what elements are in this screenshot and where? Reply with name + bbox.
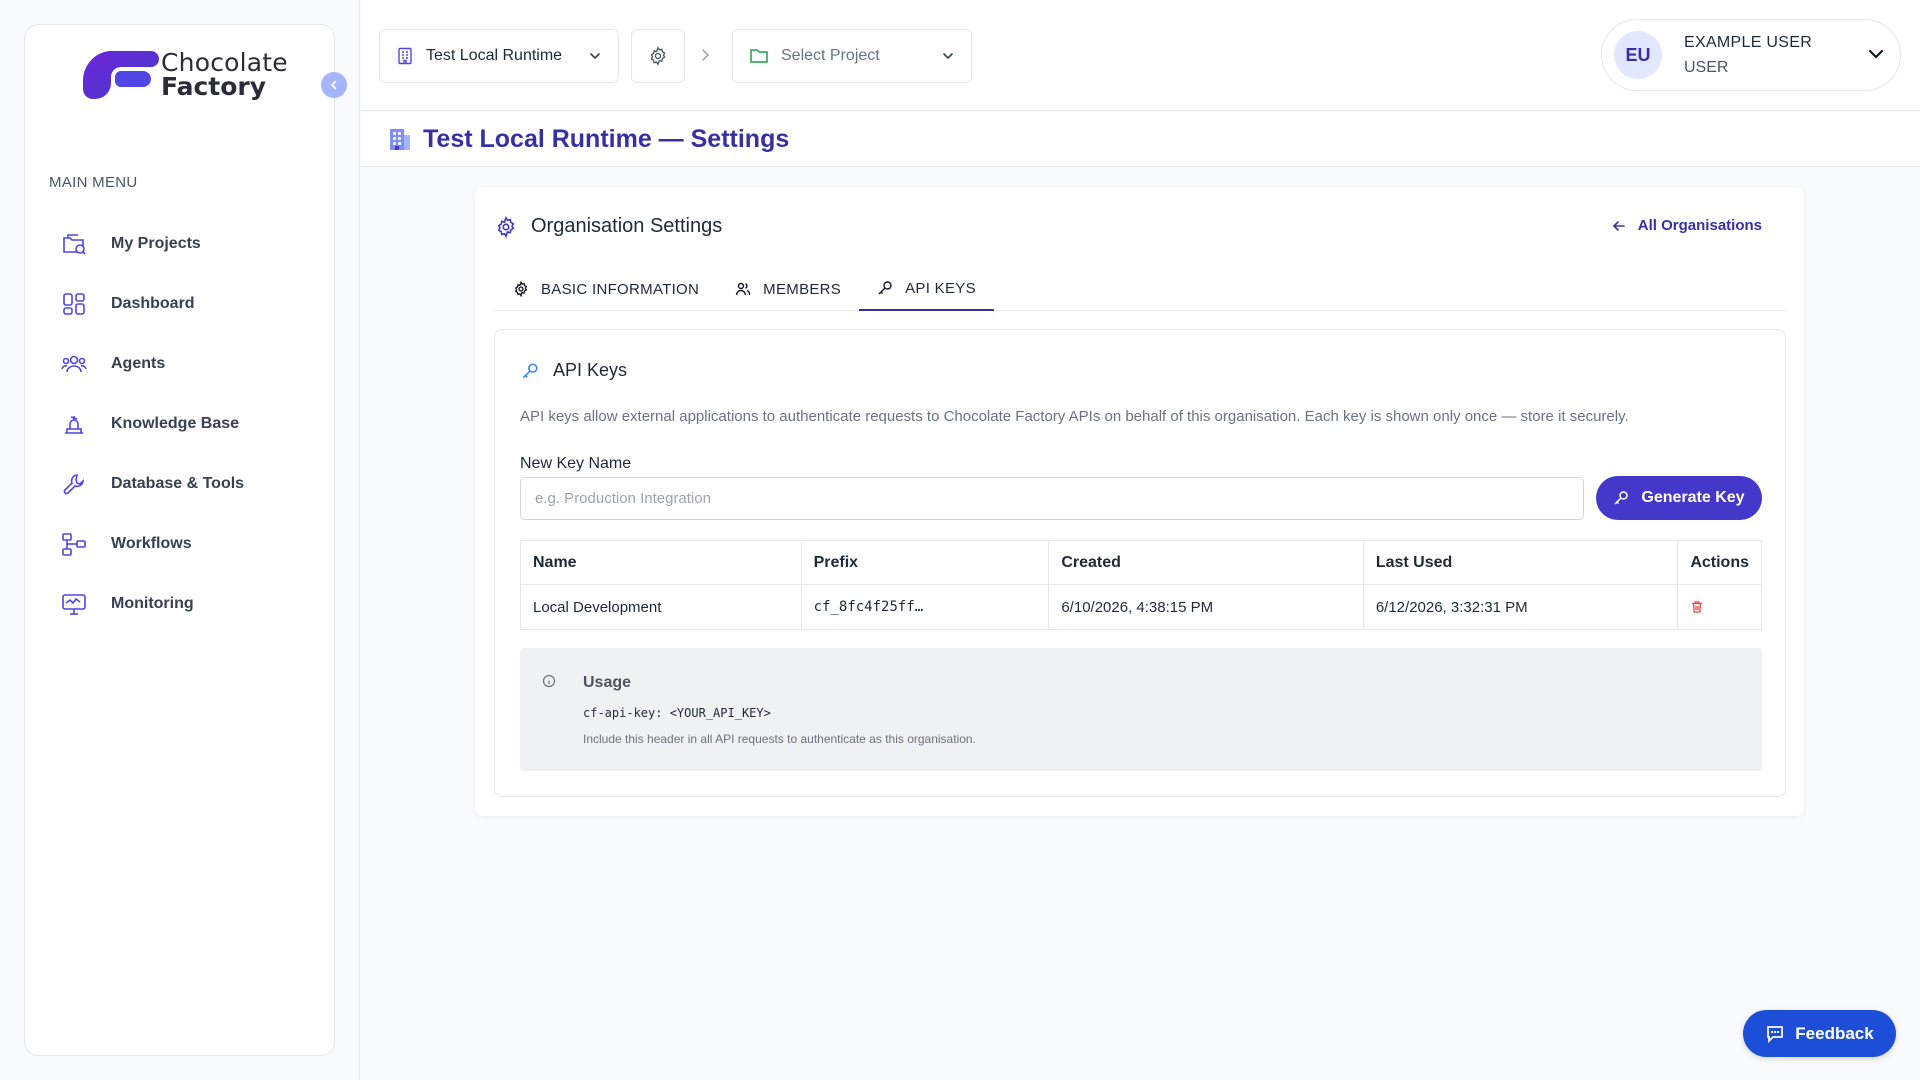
sidebar-item-label: Database & Tools xyxy=(111,475,245,492)
top-bar: Test Local Runtime Select Project EU EXA… xyxy=(361,0,1920,111)
office-building-icon xyxy=(390,129,410,150)
main-menu: My Projects Dashboard Agents Knowledge B… xyxy=(49,214,319,634)
card-title: Organisation Settings xyxy=(531,215,723,237)
sidebar-item-agents[interactable]: Agents xyxy=(49,334,319,394)
knowledge-base-icon xyxy=(65,416,83,434)
key-actions-cell xyxy=(1677,584,1762,630)
sidebar-item-label: Workflows xyxy=(111,535,192,552)
sidebar: Chocolate Factory MAIN MENU My Projects … xyxy=(24,24,347,1056)
column-header-prefix: Prefix xyxy=(800,540,1050,585)
usage-info-box: Usage cf-api-key: <YOUR_API_KEY> Include… xyxy=(520,648,1762,771)
gear-icon xyxy=(497,215,515,238)
main-menu-label: MAIN MENU xyxy=(49,174,138,191)
new-key-name-label: New Key Name xyxy=(520,455,632,472)
settings-tabs: BASIC INFORMATION MEMBERS API KEYS xyxy=(495,267,1785,311)
usage-note: Include this header in all API requests … xyxy=(583,732,976,746)
generate-key-button[interactable]: Generate Key xyxy=(1596,476,1762,520)
sidebar-item-label: Monitoring xyxy=(111,595,194,612)
usage-title: Usage xyxy=(583,674,632,691)
key-name-cell: Local Development xyxy=(520,584,802,630)
key-last-used-cell: 6/12/2026, 3:32:31 PM xyxy=(1362,584,1679,630)
all-organisations-link[interactable]: All Organisations xyxy=(1612,217,1762,234)
organisation-settings-card: Organisation Settings All Organisations … xyxy=(475,187,1804,816)
runtime-selector-value: Test Local Runtime xyxy=(426,47,563,64)
chat-icon xyxy=(1767,1025,1784,1043)
gear-icon xyxy=(514,281,528,297)
sidebar-item-monitoring[interactable]: Monitoring xyxy=(49,574,319,634)
key-prefix-cell: cf_8fc4f25ff… xyxy=(800,584,1050,630)
feedback-button[interactable]: Feedback xyxy=(1743,1010,1896,1057)
tab-members[interactable]: MEMBERS xyxy=(717,267,859,311)
all-organisations-label: All Organisations xyxy=(1637,217,1762,234)
feedback-label: Feedback xyxy=(1795,1023,1874,1043)
chevron-down-icon xyxy=(943,53,953,60)
column-header-actions: Actions xyxy=(1677,540,1762,585)
table-row: Local Development cf_8fc4f25ff… 6/10/202… xyxy=(520,584,1762,630)
user-name: EXAMPLE USER xyxy=(1684,34,1813,51)
agents-icon xyxy=(61,355,87,373)
key-icon xyxy=(878,281,892,295)
arrow-left-icon xyxy=(1612,220,1625,231)
page-header: Test Local Runtime — Settings xyxy=(361,112,1920,167)
avatar: EU xyxy=(1614,31,1662,79)
sidebar-item-my-projects[interactable]: My Projects xyxy=(49,214,319,274)
collapse-sidebar-button[interactable] xyxy=(321,72,347,98)
chevron-left-icon xyxy=(330,80,337,90)
workflows-icon xyxy=(62,533,86,556)
brand-logo[interactable]: Chocolate Factory xyxy=(81,49,288,101)
tab-api-keys[interactable]: API KEYS xyxy=(859,267,994,311)
key-icon xyxy=(522,362,538,378)
runtime-settings-button[interactable] xyxy=(631,29,685,83)
project-selector-placeholder: Select Project xyxy=(781,47,880,64)
api-keys-title: API Keys xyxy=(553,360,628,380)
sidebar-item-label: Agents xyxy=(111,355,166,372)
info-icon xyxy=(542,674,556,688)
sidebar-item-dashboard[interactable]: Dashboard xyxy=(49,274,319,334)
new-key-name-input[interactable] xyxy=(520,477,1584,520)
project-selector[interactable]: Select Project xyxy=(732,29,972,83)
chevron-down-icon xyxy=(590,53,600,60)
user-menu[interactable]: EU EXAMPLE USER USER xyxy=(1601,19,1901,91)
tab-basic-information[interactable]: BASIC INFORMATION xyxy=(495,267,717,311)
tab-label: BASIC INFORMATION xyxy=(541,280,700,298)
chevron-down-icon xyxy=(1868,49,1884,59)
user-role: USER xyxy=(1684,59,1729,76)
sidebar-region: Chocolate Factory MAIN MENU My Projects … xyxy=(0,0,360,1080)
sidebar-item-label: Knowledge Base xyxy=(111,415,240,432)
page-title: Test Local Runtime — Settings xyxy=(423,124,790,153)
column-header-name: Name xyxy=(520,540,802,585)
monitoring-icon xyxy=(62,594,86,615)
dashboard-icon xyxy=(63,293,85,315)
api-keys-description: API keys allow external applications to … xyxy=(520,408,1629,425)
gear-icon xyxy=(650,46,666,66)
brand-logo-mark xyxy=(82,51,159,99)
column-header-created: Created xyxy=(1048,540,1364,585)
sidebar-item-label: Dashboard xyxy=(111,295,195,312)
breadcrumb-separator-icon xyxy=(702,49,710,61)
sidebar-item-knowledge-base[interactable]: Knowledge Base xyxy=(49,394,319,454)
generate-key-label: Generate Key xyxy=(1641,489,1745,506)
brand-name-line2: Factory xyxy=(161,72,267,101)
api-keys-table: Name Prefix Created Last Used Actions Lo… xyxy=(520,540,1762,630)
delete-key-button[interactable] xyxy=(1690,600,1704,614)
key-icon xyxy=(1614,491,1629,505)
sidebar-item-label: My Projects xyxy=(111,235,201,252)
building-icon xyxy=(398,47,412,65)
api-keys-panel: API Keys API keys allow external applica… xyxy=(494,329,1786,797)
runtime-selector[interactable]: Test Local Runtime xyxy=(379,29,619,83)
tab-label: MEMBERS xyxy=(763,280,842,298)
sidebar-item-workflows[interactable]: Workflows xyxy=(49,514,319,574)
wrench-icon xyxy=(63,474,85,495)
folder-icon xyxy=(750,49,768,63)
key-created-cell: 6/10/2026, 4:38:15 PM xyxy=(1048,584,1364,630)
usage-code: cf-api-key: <YOUR_API_KEY> xyxy=(583,706,771,720)
table-header-row: Name Prefix Created Last Used Actions xyxy=(520,540,1762,585)
sidebar-item-database-tools[interactable]: Database & Tools xyxy=(49,454,319,514)
column-header-last-used: Last Used xyxy=(1362,540,1679,585)
users-icon xyxy=(735,282,751,296)
projects-icon xyxy=(63,234,86,255)
tab-label: API KEYS xyxy=(905,279,976,297)
